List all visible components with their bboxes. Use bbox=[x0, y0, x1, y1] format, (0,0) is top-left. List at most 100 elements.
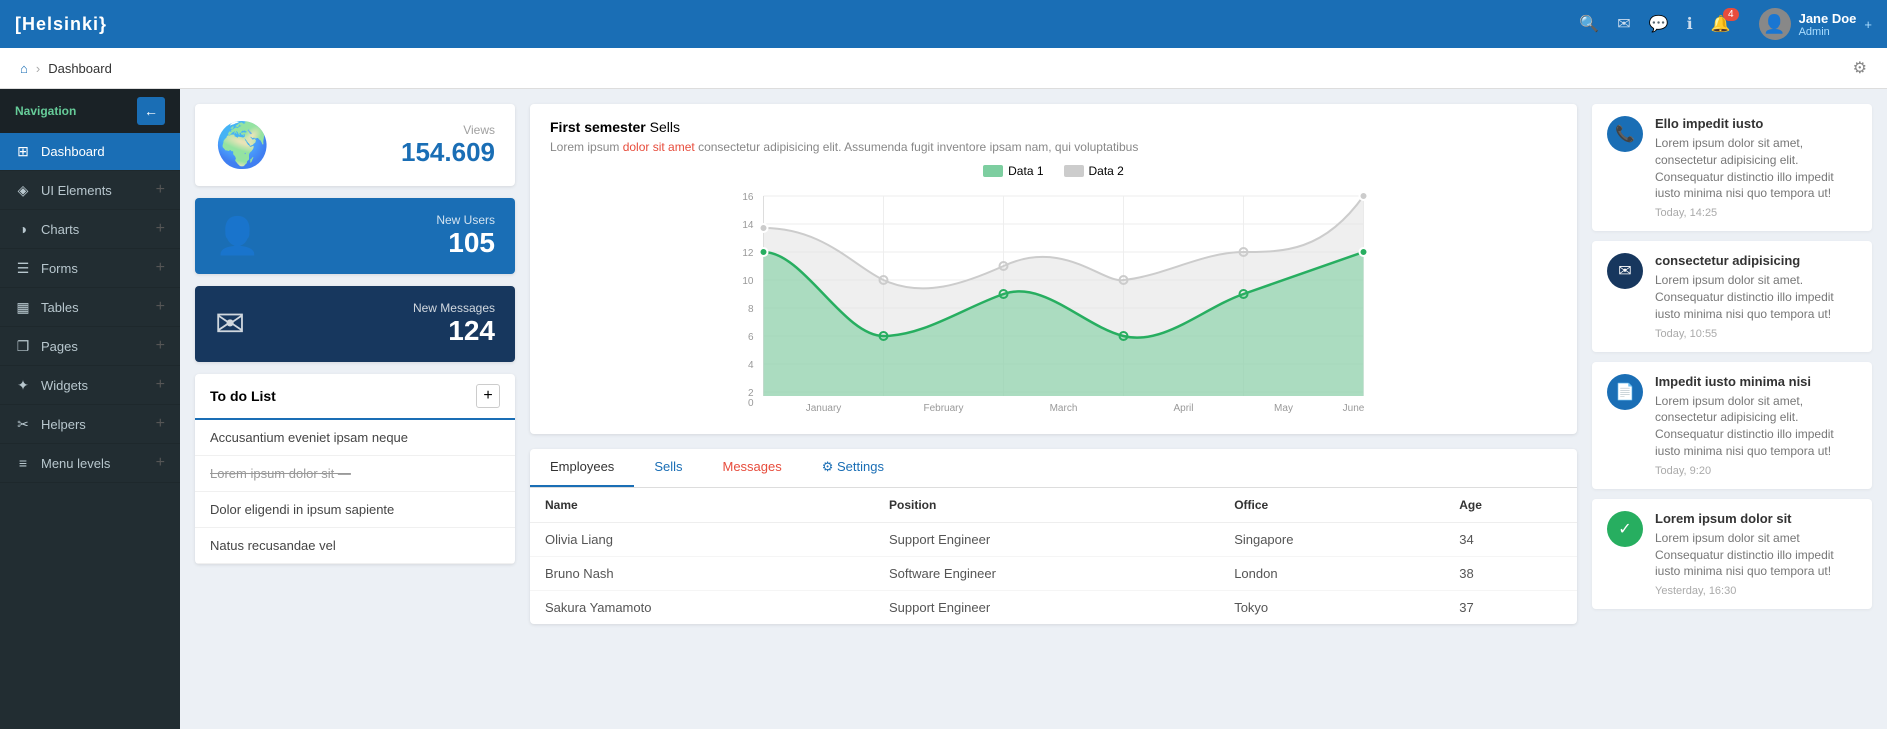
svg-text:12: 12 bbox=[742, 248, 754, 259]
expand-icon: + bbox=[156, 454, 165, 472]
user-info: Jane Doe Admin bbox=[1799, 11, 1857, 38]
info-icon[interactable]: ℹ bbox=[1687, 14, 1693, 34]
page-title: Dashboard bbox=[48, 61, 112, 76]
svg-text:April: April bbox=[1173, 403, 1193, 414]
notif-title-3: Impedit iusto minima nisi bbox=[1655, 374, 1857, 389]
expand-icon: + bbox=[156, 181, 165, 199]
chart-title-rest: Sells bbox=[646, 119, 680, 135]
breadcrumb-separator: › bbox=[36, 61, 40, 76]
sidebar-item-label: Forms bbox=[41, 261, 156, 276]
sidebar-item-forms[interactable]: ☰ Forms + bbox=[0, 249, 180, 288]
helpers-icon: ✂ bbox=[15, 416, 31, 433]
tab-settings[interactable]: ⚙ Settings bbox=[802, 449, 904, 487]
notification-item-4: ✓ Lorem ipsum dolor sit Lorem ipsum dolo… bbox=[1592, 499, 1872, 609]
line-chart: 16 14 12 10 8 6 4 2 0 January February M… bbox=[550, 186, 1557, 416]
employee-position: Support Engineer bbox=[874, 591, 1219, 625]
main-layout: Navigation ← ⊞ Dashboard ◈ UI Elements +… bbox=[0, 89, 1887, 729]
tab-employees[interactable]: Employees bbox=[530, 449, 634, 487]
notif-time-1: Today, 14:25 bbox=[1655, 207, 1857, 219]
sidebar-item-label: Widgets bbox=[41, 378, 156, 393]
nav-label: Navigation bbox=[15, 104, 76, 118]
notif-body-3: Impedit iusto minima nisi Lorem ipsum do… bbox=[1655, 374, 1857, 477]
table-tabs: Employees Sells Messages ⚙ Settings bbox=[530, 449, 1577, 488]
notification-item-3: 📄 Impedit iusto minima nisi Lorem ipsum … bbox=[1592, 362, 1872, 489]
expand-icon: + bbox=[156, 298, 165, 316]
left-column: 🌍 Views 154.609 👤 New Users 105 ✉ New Me… bbox=[195, 104, 515, 714]
widgets-icon: ✦ bbox=[15, 377, 31, 394]
todo-add-button[interactable]: + bbox=[476, 384, 500, 408]
mail-icon[interactable]: ✉ bbox=[1617, 14, 1630, 34]
employee-position: Software Engineer bbox=[874, 557, 1219, 591]
todo-item: Natus recusandae vel bbox=[195, 528, 515, 564]
tab-sells[interactable]: Sells bbox=[634, 449, 702, 487]
notif-icon-check: ✓ bbox=[1607, 511, 1643, 547]
todo-list-card: To do List + Accusantium eveniet ipsam n… bbox=[195, 374, 515, 564]
todo-header: To do List + bbox=[195, 374, 515, 420]
new-messages-label: New Messages bbox=[260, 301, 495, 315]
table-card: Employees Sells Messages ⚙ Settings Name… bbox=[530, 449, 1577, 624]
col-age: Age bbox=[1444, 488, 1577, 523]
settings-gear-icon[interactable]: ⚙ bbox=[1853, 58, 1867, 78]
sidebar-item-helpers[interactable]: ✂ Helpers + bbox=[0, 405, 180, 444]
sidebar-item-widgets[interactable]: ✦ Widgets + bbox=[0, 366, 180, 405]
subtitle-pre: Lorem ipsum bbox=[550, 140, 623, 154]
forms-icon: ☰ bbox=[15, 260, 31, 277]
user-name: Jane Doe bbox=[1799, 11, 1857, 26]
employee-age: 38 bbox=[1444, 557, 1577, 591]
chart-title: First semester Sells bbox=[550, 119, 1557, 135]
sidebar-item-pages[interactable]: ❐ Pages + bbox=[0, 327, 180, 366]
svg-text:January: January bbox=[806, 403, 842, 414]
top-nav: [Helsinki} 🔍 ✉ 💬 ℹ 🔔 4 👤 Jane Doe Admin … bbox=[0, 0, 1887, 48]
legend-label-data1: Data 1 bbox=[1008, 164, 1043, 178]
sidebar: Navigation ← ⊞ Dashboard ◈ UI Elements +… bbox=[0, 89, 180, 729]
col-office: Office bbox=[1219, 488, 1444, 523]
sidebar-item-ui-elements[interactable]: ◈ UI Elements + bbox=[0, 171, 180, 210]
breadcrumb-bar: ⌂ › Dashboard ⚙ bbox=[0, 48, 1887, 89]
tab-messages[interactable]: Messages bbox=[703, 449, 802, 487]
center-column: First semester Sells Lorem ipsum dolor s… bbox=[530, 104, 1577, 714]
legend-item-data1: Data 1 bbox=[983, 164, 1043, 178]
sidebar-toggle-button[interactable]: ← bbox=[137, 97, 165, 125]
chat-icon[interactable]: 💬 bbox=[1649, 14, 1669, 34]
avatar: 👤 bbox=[1759, 8, 1791, 40]
expand-icon: + bbox=[156, 220, 165, 238]
sidebar-item-menu-levels[interactable]: ≡ Menu levels + bbox=[0, 444, 180, 483]
user-area: 👤 Jane Doe Admin + bbox=[1759, 8, 1872, 40]
notification-item-2: ✉ consectetur adipisicing Lorem ipsum do… bbox=[1592, 241, 1872, 351]
views-label: Views bbox=[285, 123, 495, 137]
charts-icon: ◑ bbox=[15, 221, 31, 237]
svg-text:0: 0 bbox=[748, 398, 754, 409]
user-menu-icon[interactable]: + bbox=[1864, 17, 1872, 32]
svg-text:14: 14 bbox=[742, 220, 754, 231]
sidebar-item-label: Tables bbox=[41, 300, 156, 315]
employee-name: Olivia Liang bbox=[530, 523, 874, 557]
sidebar-item-label: UI Elements bbox=[41, 183, 156, 198]
bell-icon[interactable]: 🔔 4 bbox=[1711, 14, 1731, 34]
chart-legend: Data 1 Data 2 bbox=[550, 164, 1557, 178]
employee-office: Tokyo bbox=[1219, 591, 1444, 625]
svg-text:6: 6 bbox=[748, 332, 754, 343]
notif-title-1: Ello impedit iusto bbox=[1655, 116, 1857, 131]
svg-text:March: March bbox=[1050, 403, 1078, 414]
sidebar-item-label: Helpers bbox=[41, 417, 156, 432]
home-icon[interactable]: ⌂ bbox=[20, 61, 28, 76]
notif-time-2: Today, 10:55 bbox=[1655, 328, 1857, 340]
sidebar-item-charts[interactable]: ◑ Charts + bbox=[0, 210, 180, 249]
sidebar-header: Navigation ← bbox=[0, 89, 180, 133]
table-row: Bruno Nash Software Engineer London 38 bbox=[530, 557, 1577, 591]
expand-icon: + bbox=[156, 415, 165, 433]
notif-icon-phone: 📞 bbox=[1607, 116, 1643, 152]
search-icon[interactable]: 🔍 bbox=[1579, 14, 1599, 34]
expand-icon: + bbox=[156, 376, 165, 394]
employee-age: 34 bbox=[1444, 523, 1577, 557]
employee-office: London bbox=[1219, 557, 1444, 591]
notif-body-4: Lorem ipsum dolor sit Lorem ipsum dolor … bbox=[1655, 511, 1857, 597]
views-stat-text: Views 154.609 bbox=[285, 123, 495, 168]
sidebar-item-tables[interactable]: ▦ Tables + bbox=[0, 288, 180, 327]
sidebar-item-dashboard[interactable]: ⊞ Dashboard bbox=[0, 133, 180, 171]
notif-text-2: Lorem ipsum dolor sit amet. Consequatur … bbox=[1655, 272, 1857, 322]
notif-text-1: Lorem ipsum dolor sit amet, consectetur … bbox=[1655, 135, 1857, 202]
svg-text:June: June bbox=[1343, 403, 1365, 414]
employee-position: Support Engineer bbox=[874, 523, 1219, 557]
subtitle-link[interactable]: dolor sit amet bbox=[623, 140, 695, 154]
